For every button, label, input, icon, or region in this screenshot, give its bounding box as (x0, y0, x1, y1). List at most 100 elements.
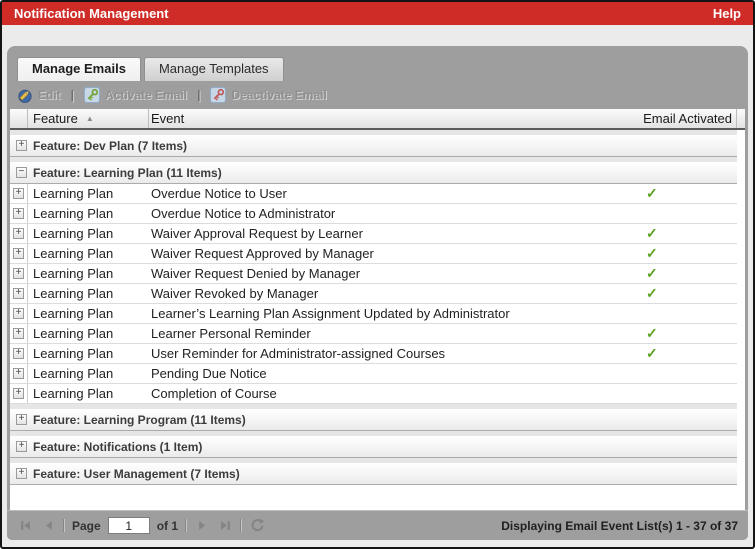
collapse-icon[interactable]: − (16, 167, 27, 178)
table-row[interactable]: + Learning Plan Overdue Notice to Administ… (10, 204, 737, 224)
activate-email-button[interactable]: Activate Email (84, 87, 187, 103)
column-header-event[interactable]: Event (149, 111, 631, 126)
tab-label: Manage Templates (158, 61, 269, 76)
group-row[interactable]: + Feature: User Management (7 Items) (10, 463, 737, 485)
expand-icon[interactable]: + (16, 140, 27, 151)
column-header-email-activated[interactable]: Email Activated (631, 111, 736, 126)
footer-separator (240, 519, 243, 532)
footer-bar: Page of 1 Displaying Email Event List(s)… (7, 510, 748, 540)
expand-icon[interactable]: + (16, 468, 27, 479)
toolbar: Edit | Activate Email | Deactivate Email (7, 81, 748, 109)
row-event-cell: Waiver Approval Request by Learner (151, 226, 363, 241)
row-feature-cell: Learning Plan (33, 266, 114, 281)
table-row[interactable]: + Learning Plan Pending Due Notice (10, 364, 737, 384)
row-email-activated-cell: ✓ (632, 345, 737, 362)
row-icon-cell: + (10, 364, 28, 383)
expand-icon[interactable]: + (13, 348, 24, 359)
row-feature-cell: Learning Plan (33, 186, 114, 201)
previous-page-button[interactable] (40, 518, 56, 534)
refresh-button[interactable] (249, 518, 265, 534)
group-row[interactable]: + Feature: Notifications (1 Item) (10, 436, 737, 458)
page-number-input[interactable] (107, 517, 150, 534)
page-count-label: of 1 (156, 518, 179, 533)
tab-label: Manage Emails (32, 61, 126, 76)
footer-separator (63, 519, 65, 532)
expand-icon[interactable]: + (13, 288, 24, 299)
table-row[interactable]: + Learning Plan Overdue Notice to User ✓ (10, 184, 737, 204)
row-email-activated-cell: ✓ (632, 245, 737, 262)
check-icon: ✓ (646, 285, 658, 301)
row-feature-cell: Learning Plan (33, 206, 114, 221)
tab-manage-templates[interactable]: Manage Templates (143, 57, 284, 81)
row-feature-cell: Learning Plan (33, 346, 114, 361)
edit-button[interactable]: Edit (17, 87, 61, 103)
help-link[interactable]: Help (713, 6, 741, 21)
row-event-cell: Overdue Notice to User (151, 186, 287, 201)
table-row[interactable]: + Learning Plan Waiver Approval Request by… (10, 224, 737, 244)
row-event-cell: User Reminder for Administrator-assigned… (151, 346, 446, 361)
expand-icon[interactable]: + (16, 441, 27, 452)
group-row[interactable]: − Feature: Learning Plan (11 Items) (10, 162, 737, 184)
expand-icon[interactable]: + (13, 368, 24, 379)
expand-icon[interactable]: + (13, 388, 24, 399)
row-email-activated-cell: ✓ (632, 325, 737, 342)
expand-icon[interactable]: + (13, 188, 24, 199)
table-row[interactable]: + Learning Plan Waiver Request Denied by M… (10, 264, 737, 284)
expand-icon[interactable]: + (16, 414, 27, 425)
toolbar-separator: | (70, 88, 75, 102)
notification-management-window: Notification Management Help Manage Emai… (0, 0, 755, 549)
row-email-activated-cell: ✓ (632, 265, 737, 282)
table-row[interactable]: + Learning Plan Learner Personal Reminder ✓ (10, 324, 737, 344)
deactivate-email-button[interactable]: Deactivate Email (210, 87, 327, 103)
row-event-cell: Completion of Course (151, 386, 277, 401)
row-icon-cell: + (10, 284, 28, 303)
row-event-cell: Overdue Notice to Administrator (151, 206, 336, 221)
table-row[interactable]: + Learning Plan Completion of Course (10, 384, 737, 404)
expand-icon[interactable]: + (13, 208, 24, 219)
table-row[interactable]: + Learning Plan Waiver Revoked by Manager ✓ (10, 284, 737, 304)
tab-manage-emails[interactable]: Manage Emails (17, 57, 141, 81)
edit-button-label: Edit (38, 88, 61, 102)
row-feature-cell: Learning Plan (33, 306, 114, 321)
toolbar-separator: | (197, 88, 201, 102)
table-row[interactable]: + Learning Plan User Reminder for Administ… (10, 344, 737, 364)
expand-icon[interactable]: + (13, 268, 24, 279)
expand-icon[interactable]: + (13, 228, 24, 239)
group-row[interactable]: + Feature: Learning Program (11 Items) (10, 409, 737, 431)
table-row[interactable]: + Learning Plan Waiver Request Approved by… (10, 244, 737, 264)
column-header-feature[interactable]: Feature ▲ (28, 109, 149, 128)
row-event-cell: Pending Due Notice (151, 366, 267, 381)
row-feature-cell: Learning Plan (33, 326, 114, 341)
expand-icon[interactable]: + (13, 328, 24, 339)
row-icon-cell: + (10, 224, 28, 243)
row-icon-cell: + (10, 344, 28, 363)
group-label: Feature: User Management (7 Items) (33, 466, 240, 481)
row-icon-cell: + (10, 204, 28, 223)
table-area: Feature ▲ Event Email Activated + Feature… (10, 109, 745, 510)
group-row[interactable]: + Feature: Dev Plan (7 Items) (10, 135, 737, 157)
row-icon-cell: + (10, 324, 28, 343)
row-email-activated-cell: ✓ (632, 185, 737, 202)
first-page-button[interactable] (17, 518, 33, 534)
row-event-cell: Waiver Request Denied by Manager (151, 266, 361, 281)
table-row[interactable]: + Learning Plan Learner’s Learning Plan As… (10, 304, 737, 324)
group-label: Feature: Learning Plan (11 Items) (33, 165, 222, 180)
check-icon: ✓ (646, 185, 658, 201)
header-spacer-column (736, 109, 745, 128)
row-feature-cell: Learning Plan (33, 246, 114, 261)
last-page-button[interactable] (217, 518, 233, 534)
check-icon: ✓ (646, 325, 658, 341)
group-label: Feature: Notifications (1 Item) (33, 439, 203, 454)
next-page-button[interactable] (194, 518, 210, 534)
activate-email-button-label: Activate Email (105, 88, 188, 102)
expand-icon[interactable]: + (13, 248, 24, 259)
row-email-activated-cell: ✓ (632, 285, 737, 302)
row-email-activated-cell: ✓ (632, 225, 737, 242)
tab-bar: Manage Emails Manage Templates (17, 57, 748, 81)
page-label: Page (72, 518, 101, 533)
activate-key-icon (84, 87, 101, 103)
expand-icon[interactable]: + (13, 308, 24, 319)
status-text: Displaying Email Event List(s) 1 - 37 of… (501, 518, 738, 533)
titlebar: Notification Management Help (2, 2, 753, 25)
row-event-cell: Waiver Request Approved by Manager (151, 246, 374, 261)
